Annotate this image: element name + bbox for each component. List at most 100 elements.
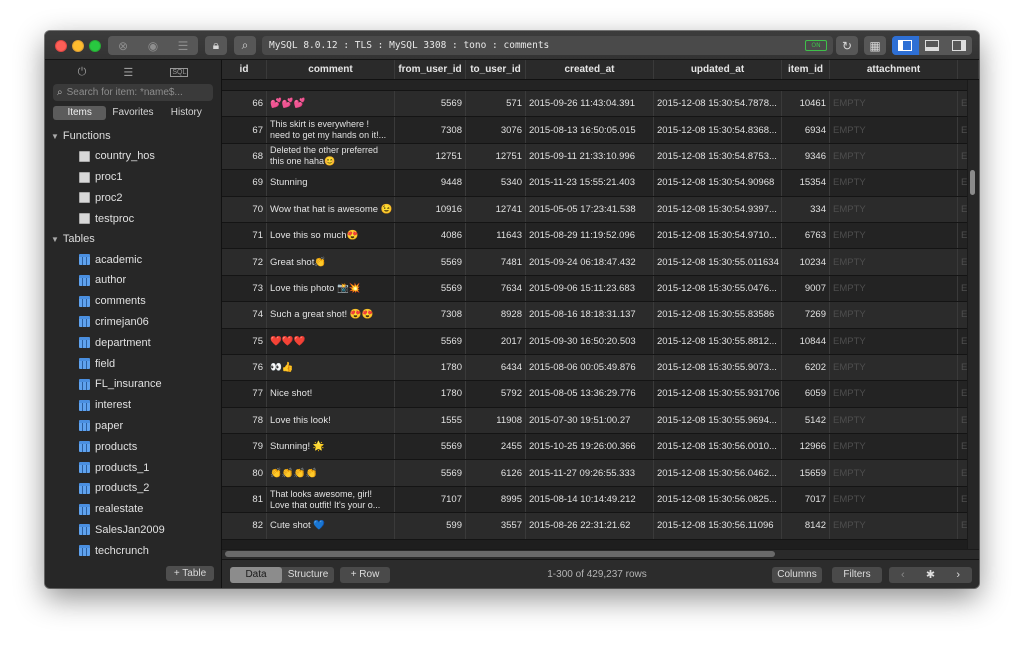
table-item[interactable]: crimejan06 — [45, 312, 221, 333]
cell-created-at[interactable]: 2015-08-06 00:05:49.876 — [526, 354, 654, 381]
cell-attachment[interactable]: EMPTY — [830, 117, 958, 143]
cell-id[interactable]: 68 — [222, 143, 267, 170]
cell-updated-at[interactable]: 2015-12-08 15:30:56.0825... — [654, 486, 782, 513]
cell-comment[interactable]: Love this look! — [267, 407, 395, 434]
plug-icon[interactable]: ⏻ — [78, 66, 87, 79]
filters-button[interactable]: Filters — [832, 567, 882, 583]
table-row[interactable]: 79 Stunning! 🌟 5569 2455 2015-10-25 19:26:00… — [222, 434, 979, 461]
cell-comment[interactable]: This skirt is everywhere ! need to get m… — [267, 117, 395, 143]
table-item[interactable]: products_2 — [45, 478, 221, 499]
table-row[interactable]: 71 Love this so much😍 4086 11643 2015-08-29… — [222, 222, 979, 250]
column-header-item-id[interactable]: item_id — [782, 60, 830, 79]
cell-from-user-id[interactable]: 1555 — [395, 407, 466, 434]
cell-comment[interactable]: Love this photo 📸💥 — [267, 275, 395, 302]
cell-comment[interactable]: Love this so much😍 — [267, 222, 395, 249]
table-row[interactable]: 74 Such a great shot! 😍😍 7308 8928 2015-08-1… — [222, 302, 979, 329]
cell-attachment[interactable]: EMPTY — [830, 302, 958, 328]
cell-item-id[interactable]: 15659 — [782, 460, 830, 486]
cell-attachment[interactable]: EMPTY — [830, 143, 958, 170]
cell-comment[interactable]: That looks awesome, girl! Love that outf… — [267, 486, 395, 513]
cell-updated-at[interactable]: 2015-12-08 15:30:54.9397... — [654, 196, 782, 222]
search-icon[interactable]: ⌕ — [234, 36, 256, 55]
cell-to-user-id[interactable]: 8995 — [466, 486, 526, 513]
cell-comment[interactable]: ❤️❤️❤️ — [267, 328, 395, 354]
column-header-created-at[interactable]: created_at — [526, 60, 654, 79]
cell-attachment[interactable]: EMPTY — [830, 381, 958, 407]
close-window-button[interactable] — [55, 40, 67, 52]
structure-tab[interactable]: Structure — [282, 567, 334, 583]
cell-to-user-id[interactable]: 3076 — [466, 117, 526, 143]
data-tab[interactable]: Data — [230, 567, 282, 583]
table-item[interactable]: academic — [45, 249, 221, 270]
cell-item-id[interactable]: 6934 — [782, 117, 830, 143]
cell-from-user-id[interactable]: 5569 — [395, 460, 466, 486]
prev-page-icon[interactable]: ‹ — [889, 567, 917, 583]
cell-item-id[interactable]: 12966 — [782, 434, 830, 460]
cell-item-id[interactable]: 15354 — [782, 170, 830, 196]
tab-history[interactable]: History — [160, 106, 213, 120]
cell-from-user-id[interactable]: 7107 — [395, 486, 466, 513]
cell-comment[interactable]: Deleted the other preferred this one hah… — [267, 143, 395, 170]
cell-attachment[interactable]: EMPTY — [830, 196, 958, 222]
cell-item-id[interactable]: 6059 — [782, 381, 830, 407]
table-row[interactable]: 73 Love this photo 📸💥 5569 7634 2015-09-06 1… — [222, 275, 979, 303]
sidebar-search[interactable]: ⌕ Search for item: *name$... — [53, 84, 213, 101]
cell-id[interactable]: 73 — [222, 275, 267, 302]
cell-comment[interactable]: 💕💕💕 — [267, 91, 395, 117]
cell-comment[interactable]: Great shot👏 — [267, 249, 395, 275]
cell-created-at[interactable]: 2015-08-14 10:14:49.212 — [526, 486, 654, 513]
sql-icon[interactable]: SQL — [170, 67, 189, 77]
cell-from-user-id[interactable]: 5569 — [395, 328, 466, 354]
cell-created-at[interactable]: 2015-08-16 18:18:31.137 — [526, 302, 654, 328]
cell-attachment[interactable]: EMPTY — [830, 407, 958, 434]
list-icon[interactable]: ☰ — [168, 36, 198, 55]
cell-comment[interactable]: Nice shot! — [267, 381, 395, 407]
cell-created-at[interactable]: 2015-07-30 19:51:00.27 — [526, 407, 654, 434]
cell-updated-at[interactable]: 2015-12-08 15:30:55.83586 — [654, 302, 782, 328]
cell-attachment[interactable]: EMPTY — [830, 91, 958, 117]
tab-favorites[interactable]: Favorites — [106, 106, 159, 120]
cell-item-id[interactable]: 5142 — [782, 407, 830, 434]
cell-item-id[interactable]: 7269 — [782, 302, 830, 328]
cell-to-user-id[interactable]: 6434 — [466, 354, 526, 381]
cell-comment[interactable]: Wow that hat is awesome 😉 — [267, 196, 395, 222]
functions-group[interactable]: ▼ Functions — [45, 126, 221, 146]
columns-button[interactable]: Columns — [772, 567, 822, 583]
function-item[interactable]: testproc — [45, 208, 221, 229]
table-row[interactable]: 78 Love this look! 1555 11908 2015-07-30 19:… — [222, 407, 979, 435]
column-header-updated-at[interactable]: updated_at — [654, 60, 782, 79]
cell-updated-at[interactable]: 2015-12-08 15:30:54.90968 — [654, 170, 782, 196]
cell-to-user-id[interactable]: 12741 — [466, 196, 526, 222]
cell-from-user-id[interactable]: 7308 — [395, 117, 466, 143]
add-table-button[interactable]: + Table — [166, 566, 214, 581]
maximize-window-button[interactable] — [89, 40, 101, 52]
table-row[interactable]: 76 👀👍 1780 6434 2015-08-06 00:05:49.876 2015-… — [222, 354, 979, 382]
cell-id[interactable]: 67 — [222, 117, 267, 143]
cell-id[interactable]: 78 — [222, 407, 267, 434]
cell-item-id[interactable]: 334 — [782, 196, 830, 222]
cell-attachment[interactable]: EMPTY — [830, 354, 958, 381]
table-item[interactable]: author — [45, 270, 221, 291]
column-header-attachment[interactable]: attachment — [830, 60, 958, 79]
cell-created-at[interactable]: 2015-09-30 16:50:20.503 — [526, 328, 654, 354]
cell-updated-at[interactable]: 2015-12-08 15:30:55.931706 — [654, 381, 782, 407]
cell-to-user-id[interactable]: 11908 — [466, 407, 526, 434]
cell-comment[interactable]: Stunning — [267, 170, 395, 196]
cell-id[interactable]: 77 — [222, 381, 267, 407]
cell-attachment[interactable]: EMPTY — [830, 249, 958, 275]
table-row[interactable]: 69 Stunning 9448 5340 2015-11-23 15:55:21.40… — [222, 170, 979, 197]
cell-from-user-id[interactable]: 5569 — [395, 91, 466, 117]
function-item[interactable]: country_hos — [45, 146, 221, 167]
cell-comment[interactable]: Cute shot 💙 — [267, 513, 395, 539]
cell-to-user-id[interactable]: 12751 — [466, 143, 526, 170]
cell-id[interactable]: 66 — [222, 91, 267, 117]
cell-from-user-id[interactable]: 5569 — [395, 434, 466, 460]
cell-to-user-id[interactable]: 5340 — [466, 170, 526, 196]
cell-item-id[interactable]: 10461 — [782, 91, 830, 117]
cell-created-at[interactable]: 2015-09-24 06:18:47.432 — [526, 249, 654, 275]
table-item[interactable]: realestate — [45, 499, 221, 520]
cell-to-user-id[interactable]: 5792 — [466, 381, 526, 407]
cell-updated-at[interactable]: 2015-12-08 15:30:56.11096 — [654, 513, 782, 539]
cell-item-id[interactable]: 10234 — [782, 249, 830, 275]
cell-to-user-id[interactable]: 8928 — [466, 302, 526, 328]
